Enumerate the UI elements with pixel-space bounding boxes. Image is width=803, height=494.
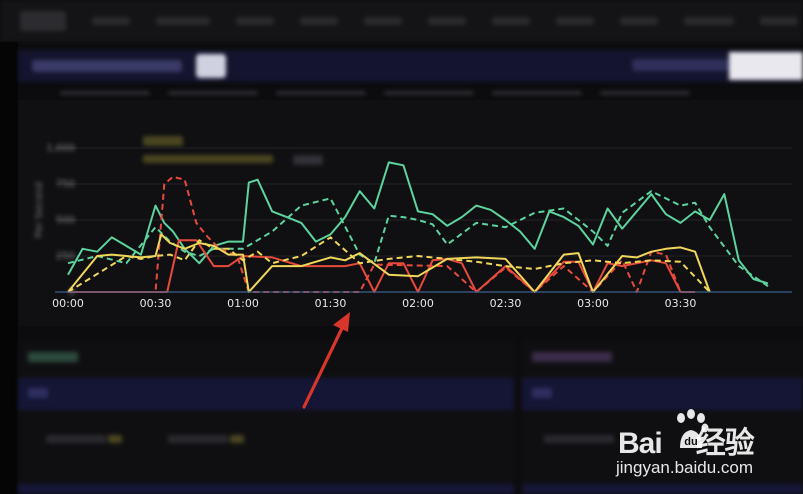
arrow-shaft: [302, 320, 347, 409]
baidu-jingyan-watermark: Bai 经验 du jingyan.baidu.com: [612, 406, 803, 490]
svg-text:du: du: [684, 436, 697, 448]
watermark-site-url: jingyan.baidu.com: [616, 458, 754, 477]
paw-logo-icon: du: [677, 409, 709, 448]
watermark-brand-left: Bai: [618, 427, 663, 460]
